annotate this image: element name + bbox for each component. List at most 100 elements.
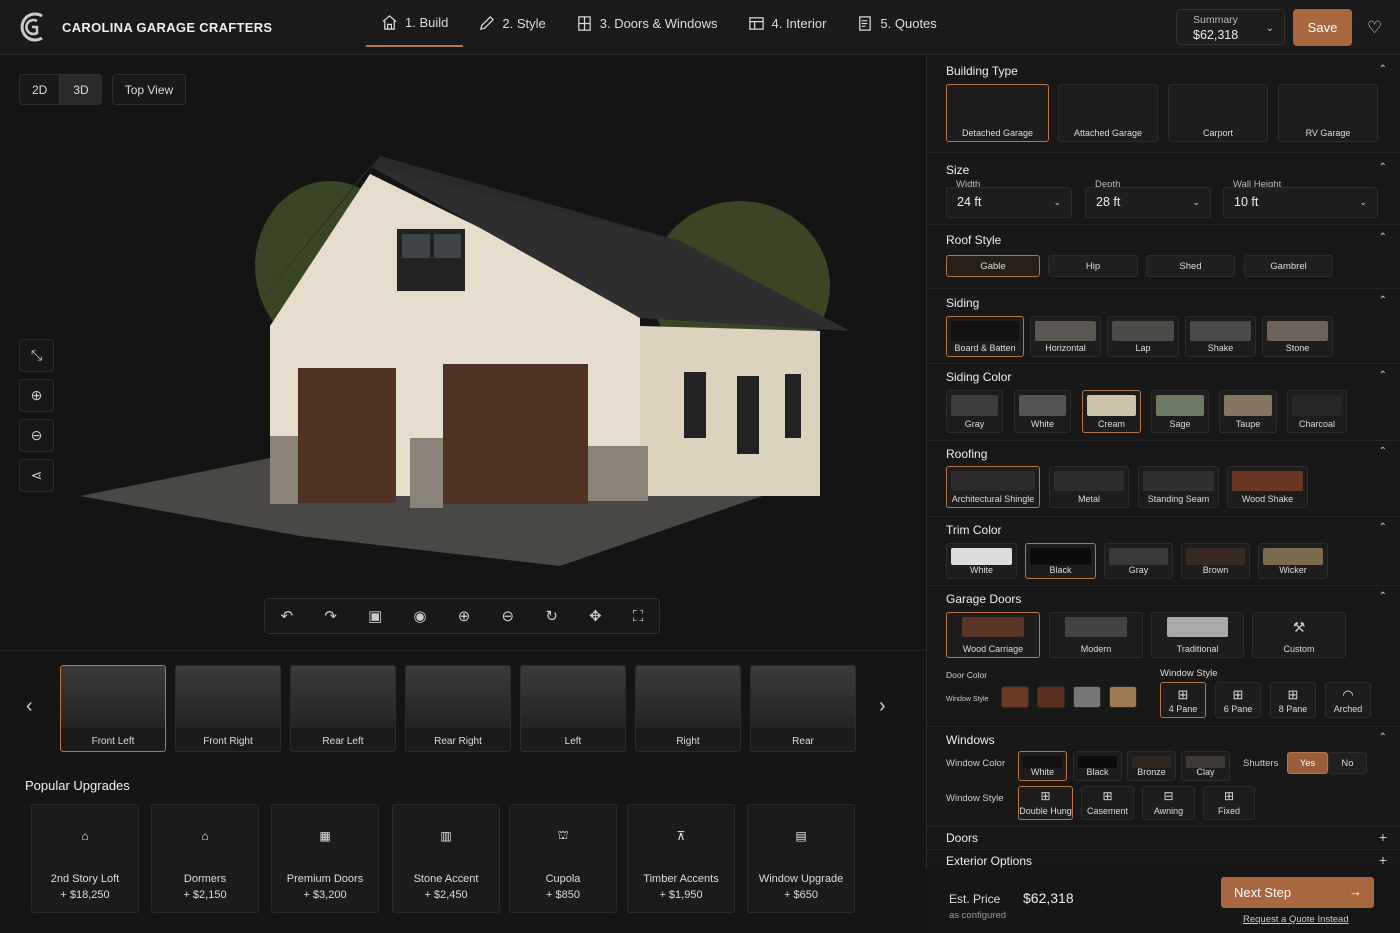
trim-gray[interactable]: Gray xyxy=(1104,543,1173,579)
siding-color-gray[interactable]: Gray xyxy=(946,390,1003,433)
option-attached-garage[interactable]: Attached Garage xyxy=(1058,84,1158,142)
next-step-button[interactable]: Next Step → xyxy=(1221,877,1374,908)
upgrade-card[interactable]: ⛫ Cupola + $850 xyxy=(509,804,617,913)
upgrade-card[interactable]: ⌂ Dormers + $2,150 xyxy=(151,804,259,913)
tab-quotes[interactable]: 5. Quotes xyxy=(841,0,951,47)
door-color-swatch[interactable] xyxy=(1001,686,1029,708)
tab-interior[interactable]: 4. Interior xyxy=(733,0,842,47)
chevron-right-icon[interactable]: › xyxy=(879,695,886,718)
thumb-rear-right[interactable]: Rear Right xyxy=(405,665,511,752)
view-3d-button[interactable]: 3D xyxy=(60,74,102,105)
pane-8[interactable]: ⊞ 8 Pane xyxy=(1270,682,1316,718)
view-2d-button[interactable]: 2D xyxy=(19,74,61,105)
width-select[interactable]: 24 ft ⌄ xyxy=(946,187,1072,218)
door-color-swatch[interactable] xyxy=(1073,686,1101,708)
tab-style[interactable]: 2. Style xyxy=(463,0,560,47)
chevron-up-icon[interactable]: ⌃ xyxy=(1379,162,1387,173)
chevron-up-icon[interactable]: ⌃ xyxy=(1379,64,1387,75)
undo-icon[interactable]: ↶ xyxy=(281,607,294,625)
door-traditional[interactable]: Traditional xyxy=(1151,612,1244,658)
window-color-black[interactable]: Black xyxy=(1073,751,1122,781)
screenshot-icon[interactable]: ▣ xyxy=(368,607,382,625)
plus-icon[interactable]: + xyxy=(1379,852,1387,868)
window-color-clay[interactable]: Clay xyxy=(1181,751,1230,781)
save-button[interactable]: Save xyxy=(1293,9,1352,46)
roofing-metal[interactable]: Metal xyxy=(1049,466,1129,508)
share-icon[interactable]: ⋖ xyxy=(19,459,54,492)
depth-select[interactable]: 28 ft ⌄ xyxy=(1085,187,1211,218)
roof-gambrel[interactable]: Gambrel xyxy=(1244,255,1333,277)
door-custom[interactable]: ⚒ Custom xyxy=(1252,612,1346,658)
pan-icon[interactable]: ✥ xyxy=(589,607,602,625)
chevron-up-icon[interactable]: ⌃ xyxy=(1379,232,1387,243)
roof-gable[interactable]: Gable xyxy=(946,255,1040,277)
tab-doors-windows[interactable]: 3. Doors & Windows xyxy=(561,0,733,47)
thumb-front-right[interactable]: Front Right xyxy=(175,665,281,752)
upgrade-card[interactable]: ▥ Stone Accent + $2,450 xyxy=(392,804,500,913)
window-color-bronze[interactable]: Bronze xyxy=(1127,751,1176,781)
zoom-in-icon[interactable]: ⊕ xyxy=(19,379,54,412)
door-color-swatch[interactable] xyxy=(1037,686,1065,708)
window-style-double-hung[interactable]: ⊞ Double Hung xyxy=(1018,786,1073,820)
upgrade-card[interactable]: ⌂ 2nd Story Loft + $18,250 xyxy=(31,804,139,913)
chevron-up-icon[interactable]: ⌃ xyxy=(1379,522,1387,533)
window-color-white[interactable]: White xyxy=(1018,751,1067,781)
thumb-rear-left[interactable]: Rear Left xyxy=(290,665,396,752)
request-quote-link[interactable]: Request a Quote Instead xyxy=(1243,914,1349,925)
fit-view-icon[interactable]: ⤡ xyxy=(19,339,54,372)
fullscreen-icon[interactable]: ⛶ xyxy=(633,608,644,625)
siding-color-cream[interactable]: Cream xyxy=(1082,390,1141,433)
chevron-left-icon[interactable]: ‹ xyxy=(26,695,33,718)
redo-icon[interactable]: ↷ xyxy=(324,607,337,625)
siding-horizontal[interactable]: Horizontal xyxy=(1030,316,1101,357)
zoom-out-icon[interactable]: ⊖ xyxy=(19,419,54,452)
option-rv-garage[interactable]: RV Garage xyxy=(1278,84,1378,142)
trim-white[interactable]: White xyxy=(946,543,1017,579)
chevron-up-icon[interactable]: ⌃ xyxy=(1379,446,1387,457)
favorite-heart-icon[interactable]: ♡ xyxy=(1367,18,1382,38)
plus-icon[interactable]: + xyxy=(1379,829,1387,845)
chevron-up-icon[interactable]: ⌃ xyxy=(1379,295,1387,306)
thumb-right[interactable]: Right xyxy=(635,665,741,752)
top-view-button[interactable]: Top View xyxy=(111,74,187,105)
chevron-up-icon[interactable]: ⌃ xyxy=(1379,370,1387,381)
siding-color-white[interactable]: White xyxy=(1014,390,1071,433)
trim-black[interactable]: Black xyxy=(1025,543,1096,579)
chevron-up-icon[interactable]: ⌃ xyxy=(1379,732,1387,743)
door-color-swatch[interactable] xyxy=(1109,686,1137,708)
window-style-fixed[interactable]: ⊞ Fixed xyxy=(1203,786,1255,820)
pane-6[interactable]: ⊞ 6 Pane xyxy=(1215,682,1261,718)
siding-stone[interactable]: Stone xyxy=(1262,316,1333,357)
zoom-in-icon[interactable]: ⊕ xyxy=(458,607,471,625)
rotate-icon[interactable]: ↻ xyxy=(545,607,558,625)
camera-icon[interactable]: ◉ xyxy=(414,607,427,625)
upgrade-card[interactable]: ▤ Window Upgrade + $650 xyxy=(747,804,855,913)
roof-shed[interactable]: Shed xyxy=(1146,255,1235,277)
siding-color-charcoal[interactable]: Charcoal xyxy=(1287,390,1347,433)
upgrade-card[interactable]: ▦ Premium Doors + $3,200 xyxy=(271,804,379,913)
siding-lap[interactable]: Lap xyxy=(1107,316,1179,357)
thumb-front-left[interactable]: Front Left xyxy=(60,665,166,752)
3d-viewer[interactable]: 2D 3D Top View ⤡ ⊕ ⊖ ⋖ ↶ ↷ ▣ ◉ ⊕ ⊖ ↻ ✥ ⛶ xyxy=(0,56,926,649)
siding-shake[interactable]: Shake xyxy=(1185,316,1256,357)
zoom-out-icon[interactable]: ⊖ xyxy=(502,607,515,625)
shutters-yes[interactable]: Yes xyxy=(1287,752,1328,774)
tab-build[interactable]: 1. Build xyxy=(366,0,464,47)
siding-color-taupe[interactable]: Taupe xyxy=(1219,390,1277,433)
roofing-wood-shake[interactable]: Wood Shake xyxy=(1227,466,1308,508)
thumb-rear[interactable]: Rear xyxy=(750,665,856,752)
siding-color-sage[interactable]: Sage xyxy=(1151,390,1209,433)
window-style-awning[interactable]: ⊟ Awning xyxy=(1142,786,1195,820)
shutters-no[interactable]: No xyxy=(1328,752,1367,774)
pane-4[interactable]: ⊞ 4 Pane xyxy=(1160,682,1206,718)
door-modern[interactable]: Modern xyxy=(1049,612,1143,658)
siding-board-batten[interactable]: Board & Batten xyxy=(946,316,1024,357)
upgrade-card[interactable]: ⊼ Timber Accents + $1,950 xyxy=(627,804,735,913)
trim-wicker[interactable]: Wicker xyxy=(1258,543,1328,579)
pane-arched[interactable]: ◠ Arched xyxy=(1325,682,1371,718)
window-style-casement[interactable]: ⊞ Casement xyxy=(1081,786,1134,820)
roofing-standing-seam[interactable]: Standing Seam xyxy=(1138,466,1219,508)
wall-height-select[interactable]: 10 ft ⌄ xyxy=(1223,187,1378,218)
summary-dropdown[interactable]: Summary $62,318 ⌄ xyxy=(1176,9,1285,45)
roofing-architectural-shingle[interactable]: Architectural Shingle xyxy=(946,466,1040,508)
